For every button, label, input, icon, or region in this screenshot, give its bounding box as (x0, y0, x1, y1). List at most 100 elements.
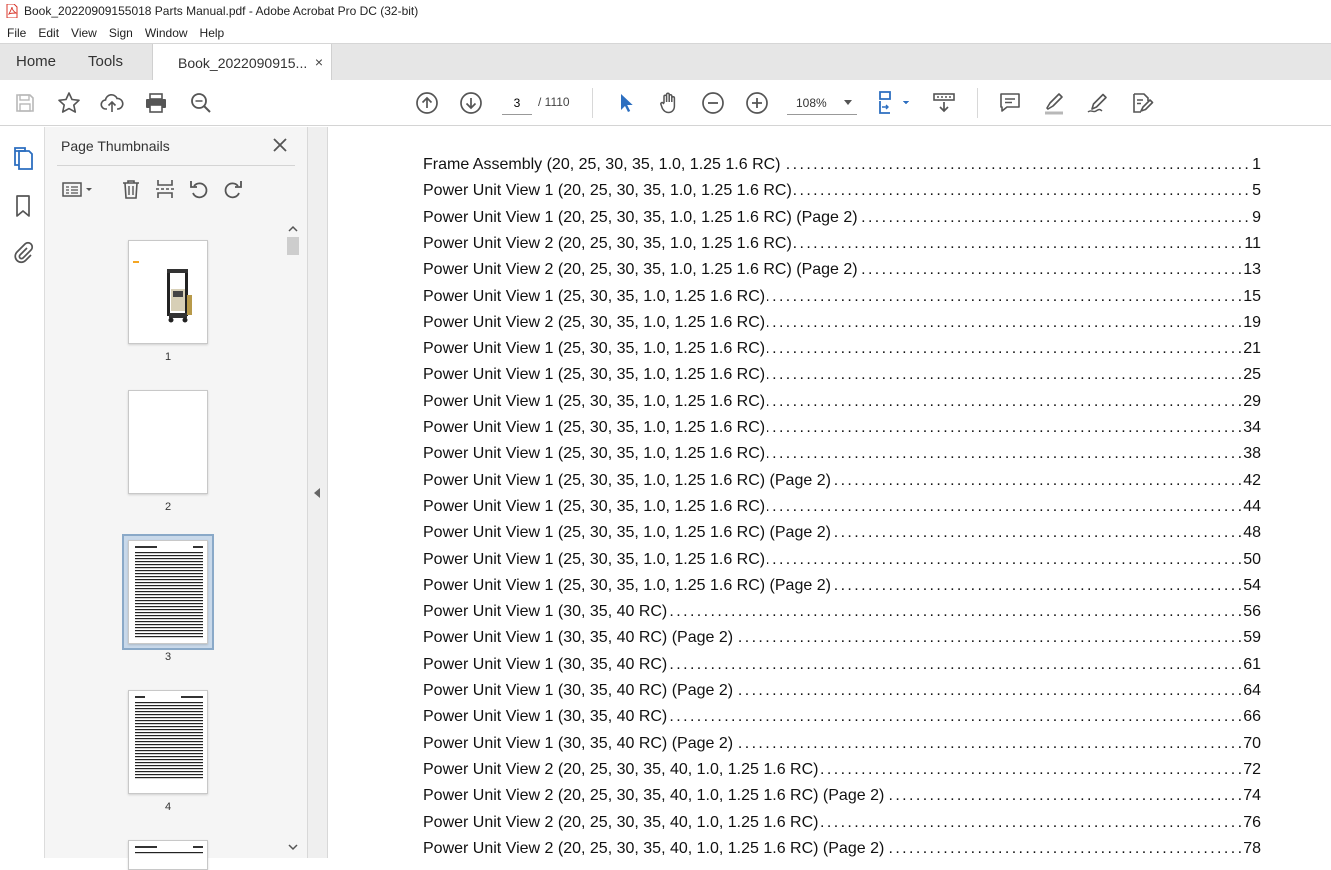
toc-entry-page: 21 (1242, 340, 1261, 359)
toc-entry[interactable]: ........................................… (423, 839, 1261, 858)
hand-tool-icon[interactable] (657, 91, 681, 115)
toc-entry[interactable]: ........................................… (423, 760, 1261, 783)
toc-entry[interactable]: ........................................… (423, 682, 1261, 704)
zoom-out-icon[interactable] (701, 91, 725, 115)
toc-entry-page: 50 (1242, 550, 1261, 569)
toc-entry[interactable]: ........................................… (423, 629, 1261, 651)
toc-entry[interactable]: ........................................… (423, 576, 1261, 599)
menu-file[interactable]: File (0, 26, 32, 40)
toc-entry-title: Power Unit View 1 (30, 35, 40 RC) (Page … (423, 629, 736, 648)
toc-entry[interactable]: ........................................… (423, 392, 1261, 415)
zoom-search-icon[interactable] (189, 91, 213, 115)
toc-entry[interactable]: ........................................… (423, 550, 1261, 573)
delete-page-icon[interactable] (119, 177, 143, 201)
toc-entry[interactable]: ........................................… (423, 497, 1261, 520)
toc-entry[interactable]: ........................................… (423, 603, 1261, 625)
toc-entry-page: 19 (1242, 313, 1261, 332)
page-number-input[interactable] (502, 91, 532, 115)
toc-entry[interactable]: ........................................… (423, 366, 1261, 388)
toc-entry[interactable]: ........................................… (423, 419, 1261, 441)
toc-entry[interactable]: ........................................… (423, 234, 1261, 257)
toc-entry-title: Power Unit View 2 (20, 25, 30, 35, 1.0, … (423, 261, 860, 280)
toc-entry-title: Power Unit View 1 (25, 30, 35, 1.0, 1.25… (423, 471, 833, 490)
tab-document-label: Book_2022090915... (178, 54, 308, 71)
toc-entry[interactable]: ........................................… (423, 524, 1261, 546)
fill-sign-icon[interactable] (1130, 91, 1154, 115)
toc-entry[interactable]: ........................................… (423, 208, 1261, 231)
rotate-left-icon[interactable] (187, 177, 211, 201)
toc-entry-page: 34 (1242, 419, 1261, 437)
tab-home[interactable]: Home (16, 44, 56, 80)
toc-entry-page: 59 (1242, 629, 1261, 648)
thumbnail-label: 4 (164, 801, 172, 813)
toc-entry-title: Power Unit View 1 (30, 35, 40 RC) (Page … (423, 734, 736, 753)
toc-entry[interactable]: ........................................… (423, 445, 1261, 467)
extract-page-icon[interactable] (153, 177, 177, 201)
toc-entry[interactable]: ........................................… (423, 813, 1261, 836)
page-total: / 1110 (538, 95, 570, 109)
bookmarks-icon[interactable] (10, 193, 36, 219)
print-icon[interactable] (144, 91, 168, 115)
page-thumbnails-icon[interactable] (10, 146, 36, 172)
scrollbar-thumb[interactable] (287, 237, 299, 255)
menu-view[interactable]: View (65, 26, 103, 40)
toc-entry-page: 61 (1242, 655, 1261, 674)
next-page-icon[interactable] (459, 91, 483, 115)
toc-entry-title: Power Unit View 2 (20, 25, 30, 35, 40, 1… (423, 813, 821, 832)
options-menu-icon[interactable] (59, 177, 97, 201)
toc-page-preview (135, 846, 203, 854)
toc-entry-title: Power Unit View 1 (30, 35, 40 RC) (423, 603, 670, 622)
toc-entry[interactable]: ........................................… (423, 261, 1261, 283)
menu-sign[interactable]: Sign (103, 26, 139, 40)
forklift-cover-image (133, 261, 192, 323)
page-thumbnail-3[interactable] (128, 540, 208, 644)
page-thumbnail-4[interactable] (128, 690, 208, 794)
page-thumbnail-5[interactable] (128, 840, 208, 870)
toc-entry-title: Power Unit View 2 (20, 25, 30, 35, 40, 1… (423, 760, 821, 779)
thumbnails-list: 1 2 3 4 (45, 219, 308, 870)
toc-entry-page: 9 (1251, 208, 1261, 227)
page-thumbnail-1[interactable] (128, 240, 208, 344)
tab-tools[interactable]: Tools (88, 44, 123, 80)
fit-page-icon[interactable] (876, 91, 912, 115)
toc-entry-page: 66 (1242, 708, 1261, 727)
window-titlebar: Book_20220909155018 Parts Manual.pdf - A… (0, 0, 1331, 22)
select-pointer-icon[interactable] (614, 91, 638, 115)
scroll-up-icon[interactable] (285, 223, 301, 235)
close-panel-icon[interactable] (271, 136, 289, 154)
comment-icon[interactable] (998, 91, 1022, 115)
prev-page-icon[interactable] (415, 91, 439, 115)
page-thumbnail-2[interactable] (128, 390, 208, 494)
toc-entry[interactable]: ........................................… (423, 655, 1261, 678)
zoom-in-icon[interactable] (745, 91, 769, 115)
bookmark-star-icon[interactable] (57, 91, 81, 115)
toc-entry[interactable]: ........................................… (423, 313, 1261, 336)
tab-document[interactable]: Book_2022090915... × (152, 44, 332, 81)
toc-entry[interactable]: ........................................… (423, 734, 1261, 757)
attachments-icon[interactable] (10, 239, 36, 265)
toc-entry[interactable]: ........................................… (423, 340, 1261, 362)
save-icon[interactable] (13, 91, 37, 115)
toc-entry-title: Power Unit View 1 (25, 30, 35, 1.0, 1.25… (423, 392, 768, 411)
upload-icon[interactable] (100, 91, 124, 115)
scroll-down-icon[interactable] (285, 841, 301, 853)
thumbnails-scrollbar[interactable] (285, 221, 301, 858)
toc-entry[interactable]: ........................................… (423, 787, 1261, 809)
highlight-icon[interactable] (1042, 91, 1066, 115)
menu-help[interactable]: Help (194, 26, 231, 40)
toc-entry[interactable]: ........................................… (423, 287, 1261, 310)
menu-window[interactable]: Window (139, 26, 194, 40)
zoom-dropdown[interactable]: 108% (787, 91, 857, 115)
rotate-right-icon[interactable] (221, 177, 245, 201)
close-tab-icon[interactable]: × (315, 54, 323, 70)
toc-entry-title: Power Unit View 2 (20, 25, 30, 35, 1.0, … (423, 234, 794, 253)
panel-collapse-handle[interactable] (308, 127, 328, 858)
toc-entry[interactable]: ........................................… (423, 182, 1261, 204)
scroll-mode-icon[interactable] (932, 91, 956, 115)
toc-entry[interactable]: ........................................… (423, 471, 1261, 494)
document-view[interactable]: ........................................… (329, 127, 1331, 858)
toc-entry[interactable]: ........................................… (423, 708, 1261, 730)
toc-entry[interactable]: ........................................… (423, 156, 1261, 178)
sign-icon[interactable] (1086, 91, 1110, 115)
menu-edit[interactable]: Edit (32, 26, 65, 40)
